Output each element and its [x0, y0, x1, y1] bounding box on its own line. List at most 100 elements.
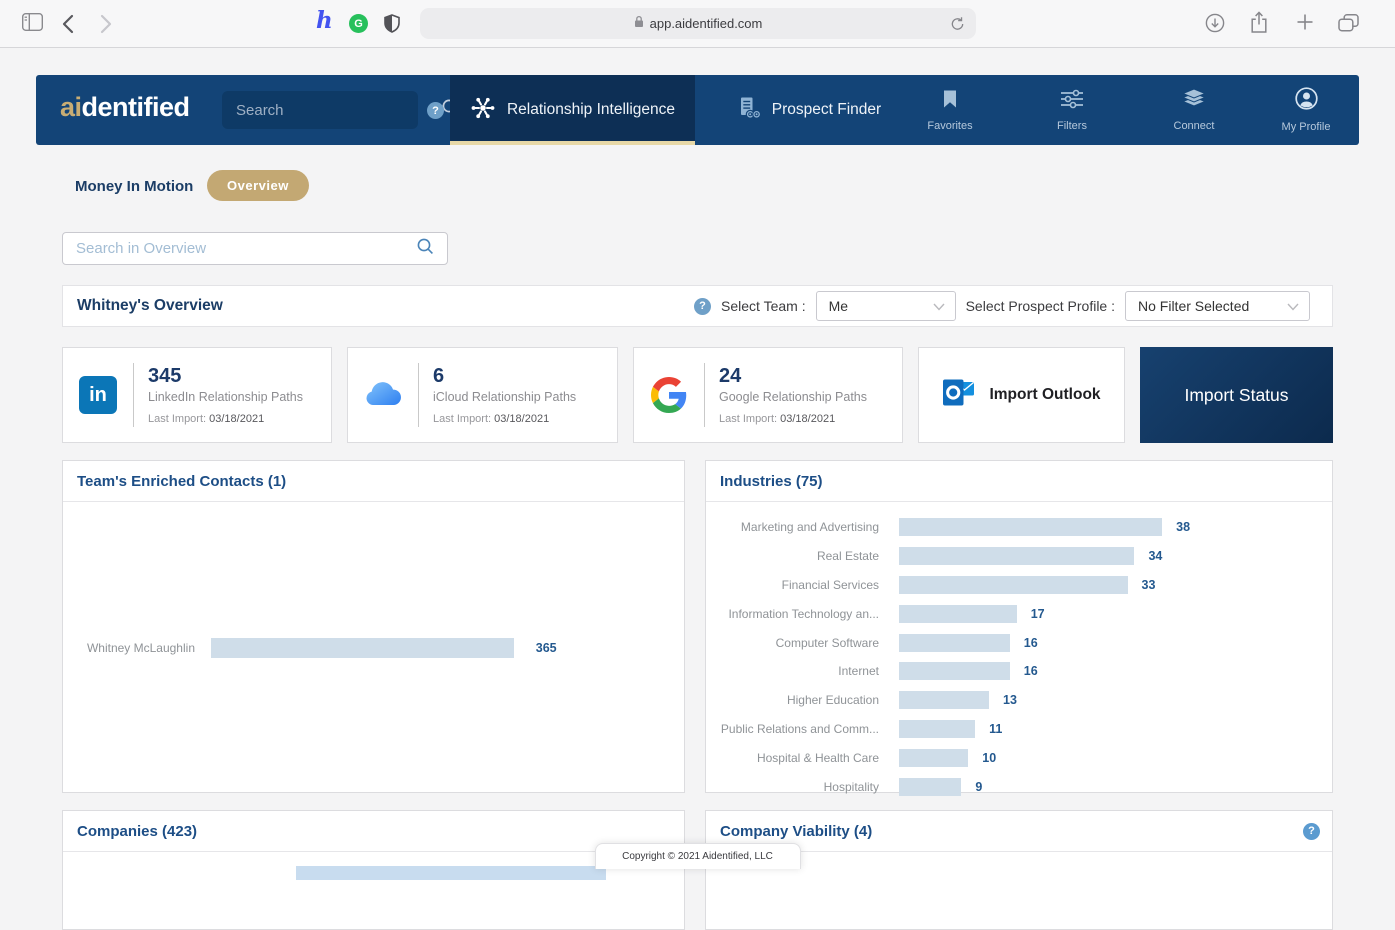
icloud-icon: [348, 381, 418, 409]
stat-label: LinkedIn Relationship Paths: [148, 390, 303, 404]
bar: [296, 866, 606, 880]
overview-pill[interactable]: Overview: [207, 170, 309, 201]
select-prospect-profile-dropdown[interactable]: No Filter Selected: [1125, 291, 1310, 321]
tab-prospect-finder[interactable]: Prospect Finder: [705, 75, 910, 145]
last-import: Last Import: 03/18/2021: [148, 413, 303, 425]
nav-favorites[interactable]: Favorites: [902, 75, 998, 145]
nav-my-profile[interactable]: My Profile: [1258, 75, 1354, 145]
bar: [211, 638, 514, 658]
panel-title: Industries (75): [720, 473, 823, 490]
copyright-footer: Copyright © 2021 Aidentified, LLC: [595, 843, 801, 869]
breadcrumb-money-in-motion[interactable]: Money In Motion: [75, 178, 193, 195]
enriched-contacts-panel: Team's Enriched Contacts (1) Whitney McL…: [62, 460, 685, 793]
overview-search-input[interactable]: [63, 240, 416, 257]
bar-row: Hospitality 9: [706, 772, 1332, 801]
reload-icon[interactable]: [950, 16, 965, 37]
stat-label: Google Relationship Paths: [719, 390, 867, 404]
bar-label: Information Technology an...: [706, 607, 899, 621]
tab-label: Prospect Finder: [772, 101, 881, 119]
select-team-label: Select Team :: [721, 298, 806, 314]
viability-help-icon[interactable]: ?: [1303, 823, 1320, 840]
bar-label: Internet: [706, 664, 899, 678]
bar-row: Internet16: [706, 657, 1332, 686]
overview-search: [62, 232, 448, 265]
icloud-stat-card: 6 iCloud Relationship Paths Last Import:…: [347, 347, 618, 443]
nav-filters[interactable]: Filters: [1024, 75, 1120, 145]
company-viability-panel: Company Viability (4) ?: [705, 810, 1333, 930]
bar-value: 16: [1024, 636, 1038, 650]
bar-label: Hospitality: [706, 780, 899, 794]
bar-label: Computer Software: [706, 636, 899, 650]
import-outlook-button[interactable]: Import Outlook: [918, 347, 1125, 443]
address-bar[interactable]: app.aidentified.com: [420, 8, 976, 39]
bar: [899, 518, 1162, 536]
layers-icon: [1181, 88, 1207, 114]
linkedin-stat-card: in 345 LinkedIn Relationship Paths Last …: [62, 347, 332, 443]
bar: [899, 720, 975, 738]
stat-value: 24: [719, 365, 867, 388]
bar: [899, 547, 1134, 565]
bar-row: Information Technology an...17: [706, 599, 1332, 628]
select-team-dropdown[interactable]: Me: [816, 291, 956, 321]
last-import: Last Import: 03/18/2021: [433, 413, 576, 425]
bar-row: Hospital & Health Care10: [706, 743, 1332, 772]
bar-row: Higher Education13: [706, 686, 1332, 715]
search-help-icon[interactable]: ?: [427, 102, 444, 119]
honey-icon[interactable]: h: [316, 11, 333, 31]
bar-value: 9: [975, 780, 982, 794]
bar-label: Whitney McLaughlin: [63, 641, 211, 655]
linkedin-icon: in: [63, 376, 133, 414]
bar: [899, 778, 961, 796]
team-help-icon[interactable]: ?: [694, 298, 711, 315]
sidebar-toggle-icon[interactable]: [22, 13, 43, 31]
stat-label: iCloud Relationship Paths: [433, 390, 576, 404]
industries-chart: Marketing and Advertising38 Real Estate 34…: [706, 502, 1332, 801]
chevron-down-icon: [1277, 298, 1299, 314]
bar-label: Hospital & Health Care: [706, 751, 899, 765]
import-outlook-label: Import Outlook: [989, 386, 1100, 404]
industries-panel: Industries (75) Marketing and Advertisin…: [705, 460, 1333, 793]
import-status-button[interactable]: Import Status: [1140, 347, 1333, 443]
bar-label: Marketing and Advertising: [706, 520, 899, 534]
panel-title: Company Viability (4): [720, 823, 872, 840]
enriched-contacts-chart: Whitney McLaughlin 365: [63, 502, 684, 793]
downloads-icon[interactable]: [1205, 13, 1225, 33]
bar-label: Real Estate: [706, 549, 899, 563]
person-circle-icon: [1295, 87, 1318, 115]
shield-icon[interactable]: [384, 14, 400, 33]
nav-connect[interactable]: Connect: [1146, 75, 1242, 145]
bar-value: 11: [989, 722, 1002, 736]
bar-row: Public Relations and Comm... 11: [706, 715, 1332, 744]
share-icon[interactable]: [1250, 11, 1268, 34]
aidentified-logo[interactable]: aidentified: [60, 92, 190, 123]
bar-row: Whitney McLaughlin 365: [63, 638, 684, 658]
companies-panel: Companies (423): [62, 810, 685, 930]
bar-label: Public Relations and Comm...: [706, 722, 899, 736]
forward-icon[interactable]: [100, 14, 112, 34]
new-tab-icon[interactable]: [1296, 13, 1314, 31]
bar: [899, 691, 989, 709]
panel-title: Team's Enriched Contacts (1): [77, 473, 286, 490]
back-icon[interactable]: [62, 14, 74, 34]
bookmark-icon: [942, 89, 958, 114]
bar-row: Marketing and Advertising38: [706, 513, 1332, 542]
bar-label: Higher Education: [706, 693, 899, 707]
grammarly-icon[interactable]: G: [349, 14, 368, 33]
bar-row: Computer Software 16: [706, 628, 1332, 657]
tab-label: Relationship Intelligence: [507, 101, 675, 119]
url-text: app.aidentified.com: [650, 16, 763, 31]
prospect-finder-icon: [734, 95, 761, 126]
app-navbar: aidentified ? Relationship Intelligence: [36, 75, 1359, 145]
global-search-input[interactable]: [222, 102, 441, 119]
tab-overview-icon[interactable]: [1338, 14, 1359, 32]
global-search: [222, 91, 418, 129]
tab-relationship-intelligence[interactable]: Relationship Intelligence: [450, 75, 695, 145]
page-title: Whitney's Overview: [77, 297, 223, 315]
search-icon[interactable]: [416, 237, 435, 261]
bar-value: 365: [536, 641, 557, 655]
google-stat-card: 24 Google Relationship Paths Last Import…: [633, 347, 903, 443]
browser-toolbar: h G app.aidentified.com: [0, 0, 1395, 48]
outlook-icon: [942, 378, 976, 413]
stat-value: 345: [148, 365, 303, 388]
bar-value: 34: [1148, 549, 1162, 563]
